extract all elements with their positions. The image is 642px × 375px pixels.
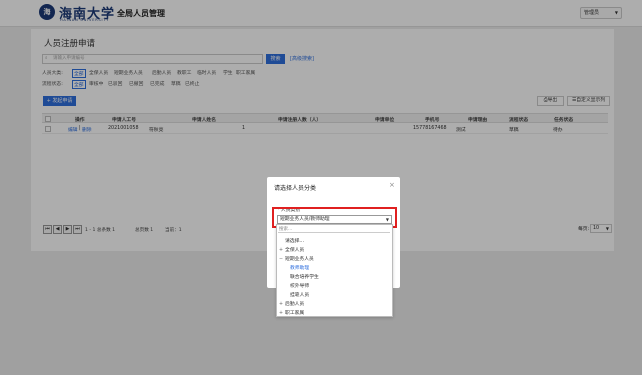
expand-icon[interactable]: + <box>279 302 283 307</box>
dropdown-option[interactable]: 请选择... <box>285 237 304 244</box>
category-select[interactable]: 短期业务人员/教师助理 ▼ <box>277 215 392 224</box>
dropdown-option[interactable]: + 职工家属 <box>279 309 304 316</box>
dropdown-option[interactable]: 校外导师 <box>290 282 309 289</box>
close-icon[interactable]: × <box>389 181 395 189</box>
chevron-down-icon: ▼ <box>385 217 389 222</box>
expand-icon[interactable]: + <box>279 311 283 316</box>
dropdown-search-input[interactable]: 搜索... <box>278 226 390 233</box>
category-select-value: 短期业务人员/教师助理 <box>280 217 330 222</box>
collapse-icon[interactable]: − <box>279 257 283 262</box>
dropdown-option[interactable]: + 全保人员 <box>279 246 304 253</box>
dropdown-option[interactable]: − 短期业务人员 <box>279 255 314 262</box>
dropdown-option[interactable]: 联合培养学生 <box>290 273 319 280</box>
dropdown-option[interactable]: + 后勤人员 <box>279 300 304 307</box>
expand-icon[interactable]: + <box>279 248 283 253</box>
modal-title: 请选择人员分类 <box>274 185 317 192</box>
dropdown-option-selected[interactable]: 教师助理 <box>290 264 309 271</box>
dropdown-option[interactable]: 挂靠人员 <box>290 291 309 298</box>
